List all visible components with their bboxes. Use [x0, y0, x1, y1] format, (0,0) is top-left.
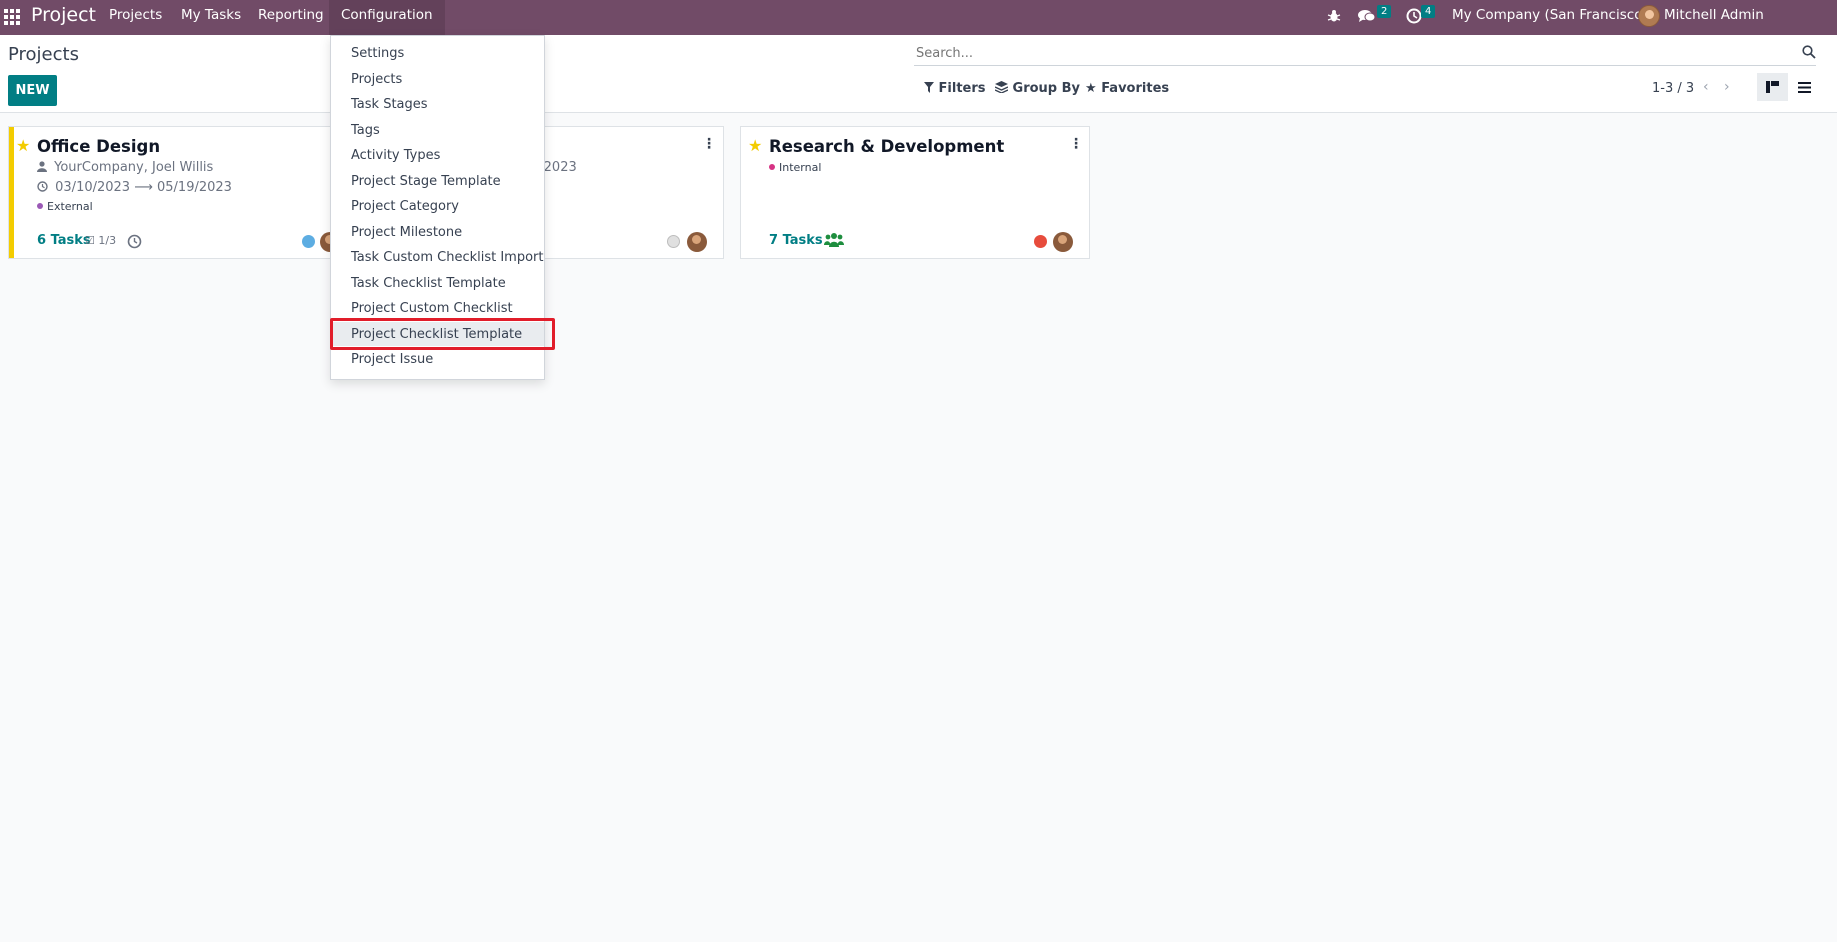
- pager-value[interactable]: 1-3 / 3: [1652, 81, 1694, 96]
- tasks-count-link[interactable]: 6 Tasks: [37, 233, 91, 248]
- kanban-icon: [1766, 81, 1779, 93]
- menu-configuration[interactable]: Configuration: [329, 0, 445, 35]
- control-panel: Projects NEW Filters Group By ★ Favorite…: [0, 35, 1837, 113]
- status-dot[interactable]: [302, 235, 315, 248]
- top-navbar: Project Projects My Tasks Reporting Conf…: [0, 0, 1837, 54]
- pager-prev-icon[interactable]: ‹: [1703, 79, 1709, 95]
- kanban-view-button[interactable]: [1757, 73, 1788, 101]
- menu-item-project-milestone[interactable]: Project Milestone: [351, 225, 462, 240]
- page-title: Projects: [8, 44, 79, 65]
- menu-item-project-stage-template[interactable]: Project Stage Template: [351, 174, 501, 189]
- card-title: Research & Development: [769, 137, 1005, 156]
- menu-reporting[interactable]: Reporting: [246, 0, 336, 35]
- checkbox-icon: ☑: [85, 234, 95, 247]
- menu-item-tags[interactable]: Tags: [351, 123, 380, 138]
- messages-badge: 2: [1377, 5, 1392, 18]
- groupby-label: Group By: [1012, 81, 1081, 96]
- favorites-toggle[interactable]: ★ Favorites: [1085, 81, 1169, 96]
- card-menu-kebab-icon[interactable]: ⋮: [702, 136, 716, 152]
- clock-icon: [37, 181, 48, 192]
- menu-item-project-issue[interactable]: Project Issue: [351, 352, 433, 367]
- favorite-star-icon[interactable]: ★: [748, 136, 762, 155]
- activities-badge: 4: [1421, 5, 1436, 18]
- menu-item-activity-types[interactable]: Activity Types: [351, 148, 440, 163]
- date-start: 03/10/2023: [55, 180, 131, 195]
- menu-item-task-checklist-template[interactable]: Task Checklist Template: [351, 276, 506, 291]
- checklist-value: 1/3: [98, 234, 117, 247]
- activity-clock-icon[interactable]: [1406, 8, 1422, 24]
- card-dates: 03/10/2023 ⟶ 05/19/2023: [37, 180, 232, 195]
- manager-avatar: [687, 232, 707, 252]
- star-icon: ★: [1085, 81, 1097, 96]
- menu-item-settings[interactable]: Settings: [351, 46, 404, 61]
- list-icon: [1798, 82, 1811, 93]
- debug-bug-icon[interactable]: [1327, 9, 1341, 23]
- filters-toggle[interactable]: Filters: [924, 81, 986, 96]
- arrow-right-icon: ⟶: [134, 180, 157, 195]
- activity-clock-icon[interactable]: [127, 234, 142, 249]
- manager-avatar: [1053, 232, 1073, 252]
- status-dot[interactable]: [1034, 235, 1047, 248]
- apps-grid-icon[interactable]: [4, 9, 20, 25]
- date-end: 05/19/2023: [157, 180, 232, 195]
- search-bar: [914, 40, 1816, 66]
- menu-projects[interactable]: Projects: [97, 0, 174, 35]
- favorites-label: Favorites: [1101, 81, 1170, 96]
- pager-next-icon[interactable]: ›: [1724, 79, 1730, 95]
- menu-item-projects[interactable]: Projects: [351, 72, 402, 87]
- tag-label: External: [47, 200, 93, 213]
- highlight-annotation-box: [330, 318, 555, 350]
- menu-my-tasks[interactable]: My Tasks: [169, 0, 253, 35]
- project-card-research-development[interactable]: ★ Research & Development ⋮ Internal 7 Ta…: [740, 126, 1090, 259]
- tag-color-dot: [769, 164, 775, 170]
- card-menu-kebab-icon[interactable]: ⋮: [1069, 136, 1083, 152]
- list-view-button[interactable]: [1789, 73, 1820, 101]
- favorite-color-bar: [9, 127, 14, 258]
- team-users-icon: [824, 233, 844, 247]
- menu-item-project-category[interactable]: Project Category: [351, 199, 459, 214]
- menu-item-task-stages[interactable]: Task Stages: [351, 97, 428, 112]
- filter-icon: [924, 82, 934, 93]
- app-brand[interactable]: Project: [31, 4, 96, 26]
- status-dot[interactable]: [667, 235, 680, 248]
- tag-label: Internal: [779, 161, 822, 174]
- partner-label: YourCompany, Joel Willis: [54, 160, 214, 175]
- groupby-toggle[interactable]: Group By: [994, 81, 1081, 96]
- messages-icon[interactable]: [1357, 8, 1377, 24]
- layers-icon: [994, 81, 1009, 94]
- card-title: Office Design: [37, 137, 161, 156]
- tasks-count-link[interactable]: 7 Tasks: [769, 233, 823, 248]
- menu-item-task-custom-checklist-import[interactable]: Task Custom Checklist Import: [351, 250, 544, 265]
- company-switcher[interactable]: My Company (San Francisco): [1452, 0, 1648, 35]
- checklist-progress: ☑ 1/3: [85, 234, 116, 247]
- user-menu[interactable]: Mitchell Admin (db_16_256): [1664, 0, 1837, 54]
- tag-color-dot: [37, 203, 43, 209]
- favorite-star-icon[interactable]: ★: [16, 136, 30, 155]
- search-input[interactable]: [914, 40, 1774, 66]
- project-card-office-design[interactable]: ★ Office Design YourCompany, Joel Willis…: [8, 126, 353, 259]
- filters-label: Filters: [938, 81, 986, 96]
- user-avatar[interactable]: [1638, 5, 1660, 27]
- new-button[interactable]: NEW: [8, 75, 57, 106]
- card-partner: YourCompany, Joel Willis: [37, 160, 213, 175]
- project-tag: Internal: [769, 161, 821, 174]
- project-tag: External: [37, 200, 93, 213]
- menu-item-project-custom-checklist[interactable]: Project Custom Checklist: [351, 301, 513, 316]
- user-icon: [37, 161, 47, 172]
- search-icon[interactable]: [1802, 45, 1816, 59]
